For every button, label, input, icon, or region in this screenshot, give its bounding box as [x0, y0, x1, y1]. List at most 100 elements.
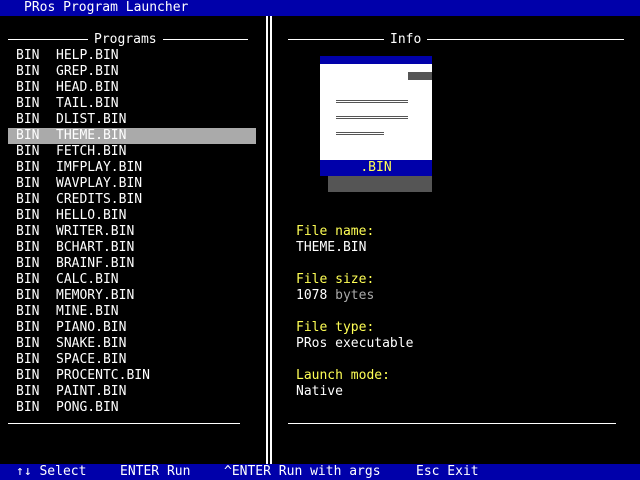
program-ext: BIN [16, 128, 40, 143]
program-name: HEAD.BIN [56, 80, 119, 95]
program-name: BCHART.BIN [56, 240, 135, 255]
program-name: TAIL.BIN [56, 96, 119, 111]
program-ext: BIN [16, 272, 40, 287]
info-heading-rule [288, 39, 624, 40]
program-ext: BIN [16, 320, 40, 335]
run-hint: ENTER Run [120, 464, 191, 479]
exit-hint: Esc Exit [416, 464, 479, 479]
file-name-label: File name: [296, 224, 375, 239]
document-icon-line [336, 132, 384, 135]
list-item[interactable]: BIN WRITER.BIN [8, 224, 256, 240]
program-name: CALC.BIN [56, 272, 119, 287]
document-icon-band [320, 56, 432, 64]
title-bar: PRos Program Launcher [0, 0, 640, 16]
select-hint: ↑↓ Select [16, 464, 87, 479]
run-with-args-hint: ^ENTER Run with args [224, 464, 381, 479]
program-ext: BIN [16, 240, 40, 255]
list-item[interactable]: BIN BRAINF.BIN [8, 256, 256, 272]
program-name: FETCH.BIN [56, 144, 127, 159]
list-item[interactable]: BIN MINE.BIN [8, 304, 256, 320]
document-icon-label: .BIN [320, 160, 432, 176]
info-heading: Info [384, 32, 428, 48]
list-item[interactable]: BIN CREDITS.BIN [8, 192, 256, 208]
program-ext: BIN [16, 112, 40, 127]
program-ext: BIN [16, 176, 40, 191]
launch-mode-value: Native [296, 384, 343, 399]
file-name-value: THEME.BIN [296, 240, 367, 255]
program-ext: BIN [16, 192, 40, 207]
program-ext: BIN [16, 160, 40, 175]
program-ext: BIN [16, 352, 40, 367]
programs-heading: Programs [88, 32, 163, 48]
list-item[interactable]: BIN FETCH.BIN [8, 144, 256, 160]
program-name: WRITER.BIN [56, 224, 135, 239]
program-ext: BIN [16, 368, 40, 383]
program-name: PROCENTC.BIN [56, 368, 150, 383]
program-name: CREDITS.BIN [56, 192, 143, 207]
status-bar: ↑↓ Select ENTER Run ^ENTER Run with args… [0, 464, 640, 480]
program-ext: BIN [16, 144, 40, 159]
launch-mode-label: Launch mode: [296, 368, 390, 383]
document-icon-fold [408, 72, 432, 80]
list-item[interactable]: BIN PONG.BIN [8, 400, 256, 416]
list-item[interactable]: BIN CALC.BIN [8, 272, 256, 288]
program-name: HELLO.BIN [56, 208, 127, 223]
document-icon: .BIN [320, 56, 440, 192]
document-icon-page: .BIN [320, 56, 432, 176]
document-icon-line [336, 100, 408, 103]
file-size-unit: bytes [335, 288, 375, 303]
list-item[interactable]: BIN PIANO.BIN [8, 320, 256, 336]
program-ext: BIN [16, 96, 40, 111]
program-name: PAINT.BIN [56, 384, 127, 399]
list-item[interactable]: BIN HELP.BIN [8, 48, 256, 64]
program-ext: BIN [16, 400, 40, 415]
program-ext: BIN [16, 288, 40, 303]
list-item[interactable]: BIN IMFPLAY.BIN [8, 160, 256, 176]
list-item[interactable]: BIN PROCENTC.BIN [8, 368, 256, 384]
file-size-value: 1078 bytes [296, 288, 374, 304]
program-ext: BIN [16, 208, 40, 223]
program-name: WAVPLAY.BIN [56, 176, 143, 191]
list-item[interactable]: BIN THEME.BIN [8, 128, 256, 144]
program-ext: BIN [16, 224, 40, 239]
program-ext: BIN [16, 304, 40, 319]
list-item[interactable]: BIN HELLO.BIN [8, 208, 256, 224]
program-ext: BIN [16, 80, 40, 95]
program-name: BRAINF.BIN [56, 256, 135, 271]
program-name: SPACE.BIN [56, 352, 127, 367]
list-item[interactable]: BIN MEMORY.BIN [8, 288, 256, 304]
list-item[interactable]: BIN SPACE.BIN [8, 352, 256, 368]
file-size-number: 1078 [296, 288, 328, 303]
program-ext: BIN [16, 256, 40, 271]
program-ext: BIN [16, 336, 40, 351]
app-title: PRos Program Launcher [24, 0, 189, 15]
list-item[interactable]: BIN GREP.BIN [8, 64, 256, 80]
program-name: MEMORY.BIN [56, 288, 135, 303]
list-item[interactable]: BIN BCHART.BIN [8, 240, 256, 256]
program-name: PONG.BIN [56, 400, 119, 415]
program-name: GREP.BIN [56, 64, 119, 79]
list-item[interactable]: BIN HEAD.BIN [8, 80, 256, 96]
file-type-label: File type: [296, 320, 375, 335]
program-name: PIANO.BIN [56, 320, 127, 335]
list-item[interactable]: BIN WAVPLAY.BIN [8, 176, 256, 192]
file-size-label: File size: [296, 272, 375, 287]
document-icon-line [336, 116, 408, 119]
program-name: THEME.BIN [56, 128, 127, 143]
list-item[interactable]: BIN SNAKE.BIN [8, 336, 256, 352]
info-bottom-rule [288, 423, 616, 424]
program-name: MINE.BIN [56, 304, 119, 319]
panel-divider-left [266, 16, 268, 464]
program-name: HELP.BIN [56, 48, 119, 63]
program-ext: BIN [16, 64, 40, 79]
list-item[interactable]: BIN TAIL.BIN [8, 96, 256, 112]
file-type-value: PRos executable [296, 336, 414, 351]
panel-divider-right [270, 16, 272, 464]
programs-bottom-rule [8, 423, 240, 424]
program-name: IMFPLAY.BIN [56, 160, 143, 175]
list-item[interactable]: BIN DLIST.BIN [8, 112, 256, 128]
program-ext: BIN [16, 48, 40, 63]
program-name: DLIST.BIN [56, 112, 127, 127]
list-item[interactable]: BIN PAINT.BIN [8, 384, 256, 400]
program-list[interactable]: BIN HELP.BIN BIN GREP.BIN BIN HEAD.BIN BIN TAIL… [8, 48, 256, 416]
